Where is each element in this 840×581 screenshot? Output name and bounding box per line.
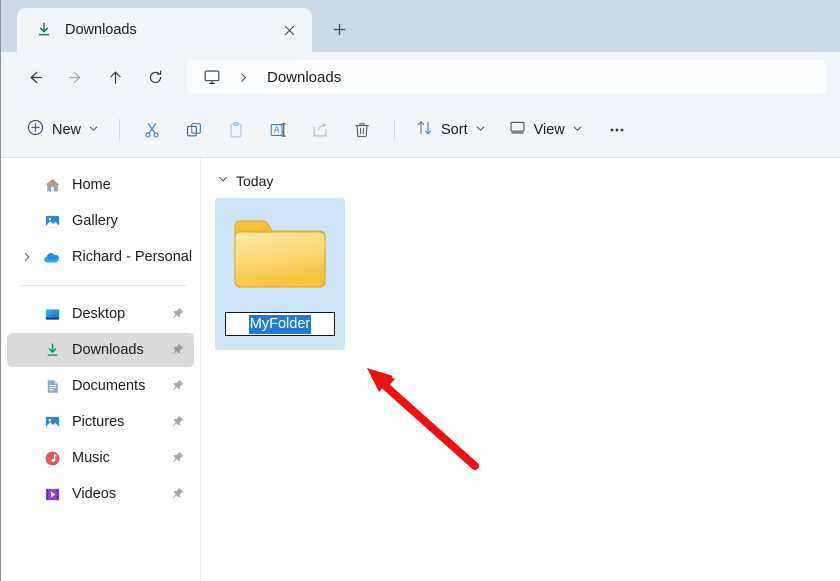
command-toolbar: New bbox=[1, 102, 840, 158]
sidebar-item-label: Music bbox=[72, 450, 170, 466]
copy-button[interactable] bbox=[173, 112, 215, 148]
chevron-down-icon[interactable] bbox=[217, 172, 229, 190]
sidebar-item-desktop[interactable]: Desktop bbox=[7, 297, 194, 331]
new-tab-button[interactable] bbox=[318, 8, 360, 50]
sidebar-item-label: Documents bbox=[72, 378, 170, 394]
share-button[interactable] bbox=[299, 112, 341, 148]
rename-button[interactable]: A bbox=[257, 112, 299, 148]
videos-icon bbox=[43, 485, 61, 503]
rename-textbox[interactable]: MyFolder bbox=[225, 312, 335, 336]
sidebar-item-music[interactable]: Music bbox=[7, 441, 194, 475]
file-list-view[interactable]: Today bbox=[201, 158, 840, 581]
toolbar-separator-2 bbox=[394, 119, 395, 141]
this-pc-icon[interactable] bbox=[197, 62, 227, 92]
new-button-label: New bbox=[52, 122, 81, 138]
sidebar-item-gallery[interactable]: Gallery bbox=[7, 204, 194, 238]
sidebar-item-videos[interactable]: Videos bbox=[7, 477, 194, 511]
gallery-icon bbox=[43, 212, 61, 230]
sort-button[interactable]: Sort bbox=[406, 112, 495, 148]
download-icon bbox=[43, 341, 61, 359]
group-label: Today bbox=[236, 173, 273, 189]
tab-downloads[interactable]: Downloads bbox=[17, 8, 312, 52]
paste-icon bbox=[226, 120, 246, 140]
back-button[interactable] bbox=[15, 60, 55, 94]
see-more-button[interactable] bbox=[596, 112, 638, 148]
sidebar-item-home[interactable]: Home bbox=[7, 168, 194, 202]
up-button[interactable] bbox=[95, 60, 135, 94]
plus-circle-icon bbox=[26, 118, 45, 142]
explorer-body: Home Gallery bbox=[1, 158, 840, 581]
sort-button-label: Sort bbox=[441, 122, 468, 138]
chevron-down-icon bbox=[88, 121, 99, 139]
music-icon bbox=[43, 449, 61, 467]
ellipsis-icon bbox=[607, 120, 627, 140]
folder-icon bbox=[227, 210, 333, 300]
pin-icon[interactable] bbox=[170, 378, 186, 394]
pin-icon[interactable] bbox=[170, 306, 186, 322]
copy-icon bbox=[184, 120, 204, 140]
pictures-icon bbox=[43, 413, 61, 431]
sidebar-item-label: Pictures bbox=[72, 414, 170, 430]
pin-icon[interactable] bbox=[170, 414, 186, 430]
breadcrumb-separator bbox=[231, 62, 255, 92]
close-icon[interactable] bbox=[276, 17, 302, 43]
rename-icon: A bbox=[268, 120, 288, 140]
view-button[interactable]: View bbox=[499, 112, 592, 148]
sidebar-item-documents[interactable]: Documents bbox=[7, 369, 194, 403]
pin-icon[interactable] bbox=[170, 486, 186, 502]
tab-title: Downloads bbox=[65, 22, 264, 38]
cut-button[interactable] bbox=[131, 112, 173, 148]
view-button-label: View bbox=[534, 122, 565, 138]
delete-button[interactable] bbox=[341, 112, 383, 148]
scissors-icon bbox=[142, 120, 162, 140]
new-button[interactable]: New bbox=[17, 112, 108, 148]
folder-item-selected[interactable]: MyFolder bbox=[215, 198, 345, 350]
sidebar-item-label: Gallery bbox=[72, 213, 186, 229]
share-icon bbox=[310, 120, 330, 140]
desktop-icon bbox=[43, 305, 61, 323]
forward-button[interactable] bbox=[55, 60, 95, 94]
sidebar-item-pictures[interactable]: Pictures bbox=[7, 405, 194, 439]
sidebar-item-label: Richard - Personal bbox=[72, 249, 192, 265]
chevron-right-icon[interactable] bbox=[17, 240, 37, 274]
group-header-today[interactable]: Today bbox=[215, 170, 840, 192]
pin-icon[interactable] bbox=[170, 450, 186, 466]
sidebar-divider bbox=[21, 285, 186, 286]
sidebar-item-label: Downloads bbox=[72, 342, 170, 358]
sidebar-item-label: Home bbox=[72, 177, 186, 193]
sidebar-item-label: Videos bbox=[72, 486, 170, 502]
tab-strip: Downloads bbox=[1, 0, 840, 52]
download-icon bbox=[35, 21, 53, 39]
svg-text:A: A bbox=[274, 125, 280, 134]
sidebar-item-richard-personal[interactable]: Richard - Personal bbox=[7, 240, 194, 274]
home-icon bbox=[43, 176, 61, 194]
sidebar-item-downloads[interactable]: Downloads bbox=[7, 333, 194, 367]
documents-icon bbox=[43, 377, 61, 395]
items-grid: MyFolder bbox=[215, 198, 840, 350]
sort-icon bbox=[415, 118, 434, 142]
sidebar-item-label: Desktop bbox=[72, 306, 170, 322]
file-explorer-window: Downloads bbox=[0, 0, 840, 581]
rename-input-value[interactable]: MyFolder bbox=[249, 315, 311, 334]
chevron-down-icon bbox=[475, 121, 486, 139]
trash-icon bbox=[352, 120, 372, 140]
breadcrumb-current-folder[interactable]: Downloads bbox=[259, 69, 349, 86]
refresh-button[interactable] bbox=[135, 60, 175, 94]
toolbar-separator bbox=[119, 119, 120, 141]
view-monitor-icon bbox=[508, 118, 527, 142]
address-bar[interactable]: Downloads bbox=[187, 60, 826, 94]
onedrive-icon bbox=[43, 248, 61, 266]
navigation-bar: Downloads bbox=[1, 52, 840, 102]
chevron-down-icon bbox=[572, 121, 583, 139]
paste-button[interactable] bbox=[215, 112, 257, 148]
pin-icon[interactable] bbox=[170, 342, 186, 358]
navigation-pane: Home Gallery bbox=[1, 158, 201, 581]
